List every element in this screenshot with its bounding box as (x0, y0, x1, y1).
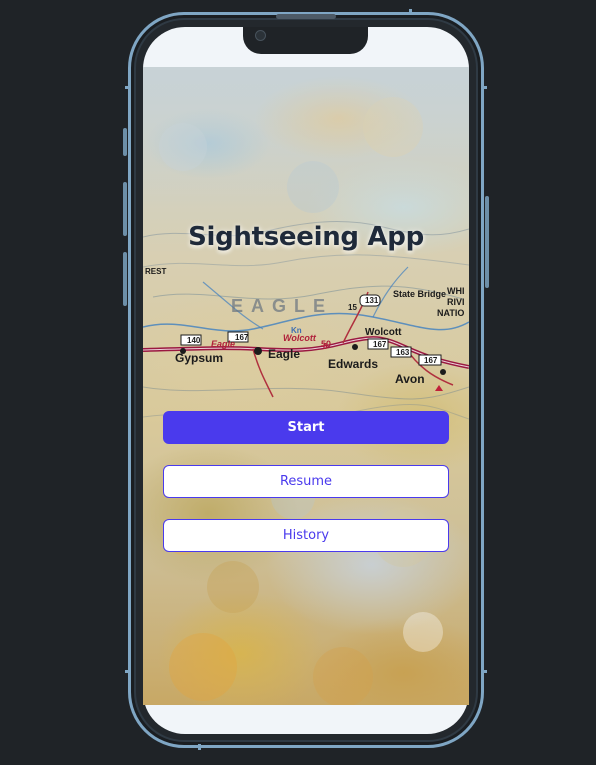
map-label-eagle-region: EAGLE (231, 296, 334, 316)
volume-down-button (123, 252, 127, 306)
map-label-num-50: 50 (321, 339, 332, 349)
map-label-whi: WHI (447, 286, 465, 296)
map-label-hwy-167-b: 167 (373, 340, 387, 349)
map-label-edwards: Edwards (328, 357, 379, 371)
map-label-eagle-red: Eagle (211, 339, 236, 349)
antenna-band (409, 9, 412, 15)
map-label-avon: Avon (395, 372, 425, 386)
power-button (485, 196, 489, 288)
page: Gypsum Eagle Edwards Avon Wolcott State … (0, 0, 596, 765)
volume-up-button (123, 182, 127, 236)
camera-icon (255, 30, 266, 41)
map-background-image: Gypsum Eagle Edwards Avon Wolcott State … (143, 67, 469, 705)
map-blur-overlay (143, 67, 469, 207)
map-label-rest: REST (145, 267, 167, 276)
antenna-band (198, 744, 201, 750)
antenna-band (125, 670, 131, 673)
map-label-gypsum: Gypsum (175, 351, 224, 365)
start-button[interactable]: Start (163, 411, 449, 444)
history-button[interactable]: History (163, 519, 449, 552)
map-label-hwy-15: 15 (348, 303, 357, 312)
antenna-band (481, 670, 487, 673)
map-label-river: RIVI (447, 297, 465, 307)
speaker-grille (276, 14, 336, 19)
map-label-hwy-163: 163 (396, 348, 410, 357)
app-title: Sightseeing App (188, 222, 424, 252)
map-label-eagle: Eagle (268, 347, 301, 361)
map-label-kn: Kn (291, 326, 302, 335)
map-label-hwy-167-c: 167 (424, 356, 438, 365)
map-label-hwy-167-a: 167 (235, 333, 249, 342)
mute-switch (123, 128, 127, 156)
map-label-hwy-131: 131 (365, 296, 379, 305)
antenna-band (125, 86, 131, 89)
map-label-hwy-140: 140 (187, 336, 201, 345)
map-label-wolcott: Wolcott (365, 327, 402, 338)
resume-button[interactable]: Resume (163, 465, 449, 498)
antenna-band (481, 86, 487, 89)
map-label-state-bridge: State Bridge (393, 289, 447, 299)
map-label-nation: NATIO (437, 308, 465, 318)
